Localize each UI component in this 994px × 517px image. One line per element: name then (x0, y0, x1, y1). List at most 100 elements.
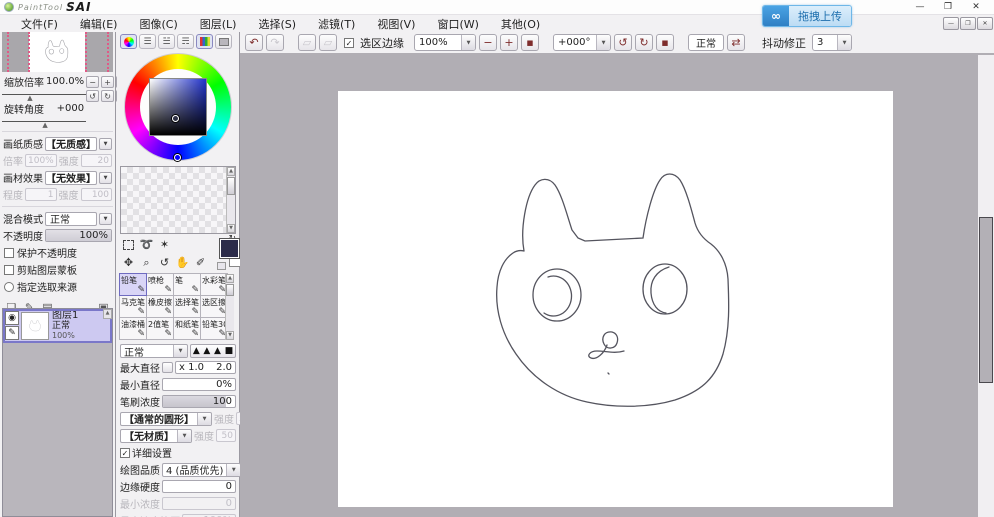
paper-texture-dropdown-icon[interactable]: ▼ (99, 137, 112, 150)
swatch-scratch-area[interactable]: ▲ ▼ (120, 166, 236, 234)
nav-zoom-out-button[interactable]: − (86, 76, 100, 88)
swatch-scrollbar[interactable]: ▲ ▼ (226, 167, 235, 233)
lasso-tool[interactable]: ➰ (138, 236, 155, 253)
redo-button[interactable]: ↷ (266, 34, 284, 51)
sv-cursor[interactable] (172, 115, 179, 122)
angle-combo[interactable]: +000° ▼ (553, 34, 611, 51)
brush-blend-mode-select[interactable]: 正常 ▼ (120, 344, 188, 359)
brush-tip-4[interactable]: ■ (225, 346, 234, 356)
brush-scroll-down-icon[interactable]: ▼ (226, 331, 234, 340)
menu-window[interactable]: 窗口(W) (426, 16, 489, 32)
zoom-dropdown-icon[interactable]: ▼ (461, 35, 475, 50)
brush-tip-3[interactable]: ▲ (214, 346, 221, 356)
eyedropper-tool[interactable]: ✐ (192, 254, 209, 271)
menu-select[interactable]: 选择(S) (247, 16, 307, 32)
nav-rotate-cw-button[interactable]: ↻ (101, 90, 115, 102)
brush-binary-pen[interactable]: 2值笔 ✎ (146, 317, 174, 340)
menu-filter[interactable]: 滤镜(T) (307, 16, 366, 32)
saturation-value-square[interactable] (149, 78, 207, 136)
hsv-sliders-tab[interactable]: ☱ (158, 34, 175, 49)
nav-angle-slider[interactable]: ▲ (2, 116, 87, 129)
brush-tip-shapes[interactable]: ▲ ▲ ▲ ■ (190, 344, 236, 358)
swatch-scroll-up-icon[interactable]: ▲ (227, 167, 235, 176)
rotate-reset-button[interactable]: ▪ (656, 34, 674, 51)
max-diameter-slider[interactable]: x 1.0 2.0 (175, 361, 236, 374)
selection-edge-checkbox[interactable]: ✓ (344, 37, 354, 48)
protect-opacity-checkbox[interactable] (4, 247, 14, 258)
angle-dropdown-icon[interactable]: ▼ (596, 35, 610, 50)
advanced-settings-checkbox[interactable]: ✓ (120, 447, 130, 458)
brush-washi-pen[interactable]: 和纸笔 ✎ (173, 317, 201, 340)
quality-dropdown-icon[interactable]: ▼ (226, 463, 241, 476)
mdi-close-button[interactable]: ✕ (977, 17, 993, 30)
rgb-sliders-tab[interactable]: ☰ (139, 34, 156, 49)
zoom-combo[interactable]: 100% ▼ (414, 34, 476, 51)
nav-rotate-ccw-button[interactable]: ↺ (86, 90, 100, 102)
swatch-scroll-down-icon[interactable]: ▼ (227, 224, 235, 233)
clipping-mask-toggle[interactable]: 剪贴图层蒙板 (0, 261, 115, 278)
layer-row-1[interactable]: ◉ ✎ 图层1 正常 100% (3, 309, 112, 343)
paper-texture-select[interactable]: 【无质感】 (45, 136, 97, 151)
rotate-view-tool[interactable]: ↺ (156, 254, 173, 271)
rotate-ccw-button[interactable]: ↺ (614, 34, 632, 51)
nav-zoom-slider[interactable]: ▲ (2, 89, 87, 102)
move-tool[interactable]: ✥ (120, 254, 137, 271)
mixer-sliders-tab[interactable]: ☴ (177, 34, 194, 49)
canvas-vertical-scrollbar[interactable] (978, 55, 994, 517)
brush-pencil30[interactable]: 铅笔30 ✎ (200, 317, 228, 340)
drawing-quality-select[interactable]: 4 (品质优先) ▼ (162, 462, 242, 477)
brush-airbrush[interactable]: 喷枪 ✎ (146, 273, 174, 296)
zoom-in-button[interactable]: + (500, 34, 518, 51)
min-density-slider[interactable]: 0 (162, 497, 236, 510)
brush-tip-2[interactable]: ▲ (203, 346, 210, 356)
close-button[interactable]: ✕ (962, 0, 990, 14)
brush-density-slider[interactable]: 100 (162, 395, 236, 408)
flip-button[interactable]: ⇄ (727, 34, 745, 51)
deselect-button[interactable]: ▱ (298, 34, 316, 51)
edge-hardness-slider[interactable]: 0 (162, 480, 236, 493)
nav-angle-slider-marker[interactable]: ▲ (42, 121, 47, 129)
brush-watercolor[interactable]: 水彩笔 ✎ (200, 273, 228, 296)
mdi-restore-button[interactable]: ❐ (960, 17, 976, 30)
canvas-scroll-thumb[interactable] (979, 217, 993, 383)
layers-scroll-up-icon[interactable]: ▲ (103, 309, 112, 319)
brush-marker[interactable]: 马克笔 ✎ (119, 295, 147, 318)
brush-grid-scrollbar[interactable]: ▲ ▼ (225, 274, 234, 340)
nav-zoom-in-button[interactable]: + (101, 76, 115, 88)
brush-tip-1[interactable]: ▲ (193, 346, 200, 356)
jitter-dropdown-icon[interactable]: ▼ (837, 35, 851, 50)
brush-scroll-up-icon[interactable]: ▲ (226, 274, 234, 283)
brush-pen[interactable]: 笔 ✎ (173, 273, 201, 296)
minimize-button[interactable]: — (906, 0, 934, 14)
material-effect-select[interactable]: 【无效果】 (45, 170, 97, 185)
brush-texture-dropdown-icon[interactable]: ▼ (177, 429, 191, 442)
brush-pencil[interactable]: 铅笔 ✎ (119, 273, 147, 296)
maximize-button[interactable]: ❐ (934, 0, 962, 14)
menu-view[interactable]: 视图(V) (366, 16, 426, 32)
rotate-cw-button[interactable]: ↻ (635, 34, 653, 51)
mdi-minimize-button[interactable]: — (943, 17, 959, 30)
advanced-settings-toggle[interactable]: ✓ 详细设置 (120, 445, 236, 460)
selection-source-toggle[interactable]: 指定选取来源 (0, 278, 115, 295)
brush-shape-select[interactable]: 【通常的圆形】 ▼ (120, 411, 212, 426)
menu-image[interactable]: 图像(C) (128, 16, 188, 32)
menu-layer[interactable]: 图层(L) (189, 16, 248, 32)
menu-file[interactable]: 文件(F) (10, 16, 69, 32)
brush-eraser[interactable]: 橡皮擦 ✎ (146, 295, 174, 318)
clipping-mask-checkbox[interactable] (4, 264, 14, 275)
color-wheel[interactable] (122, 53, 234, 163)
nav-zoom-slider-marker[interactable]: ▲ (27, 94, 32, 102)
protect-opacity-toggle[interactable]: 保护不透明度 (0, 244, 115, 261)
brush-shape-dropdown-icon[interactable]: ▼ (197, 412, 211, 425)
hue-cursor[interactable] (174, 154, 181, 161)
jitter-combo[interactable]: 3 ▼ (812, 34, 852, 51)
blend-mode-select[interactable]: 正常 (45, 211, 97, 226)
hand-tool[interactable]: ✋ (174, 254, 191, 271)
transparent-color-toggle[interactable] (217, 262, 226, 270)
selection-edge-toggle[interactable]: ✓ 选区边缘 (344, 35, 407, 51)
canvas-workspace[interactable] (240, 53, 994, 517)
drawing-canvas[interactable] (338, 91, 893, 507)
brush-texture-select[interactable]: 【无材质】 ▼ (120, 428, 192, 443)
zoom-tool[interactable]: ⌕ (138, 254, 155, 271)
zoom-out-button[interactable]: − (479, 34, 497, 51)
